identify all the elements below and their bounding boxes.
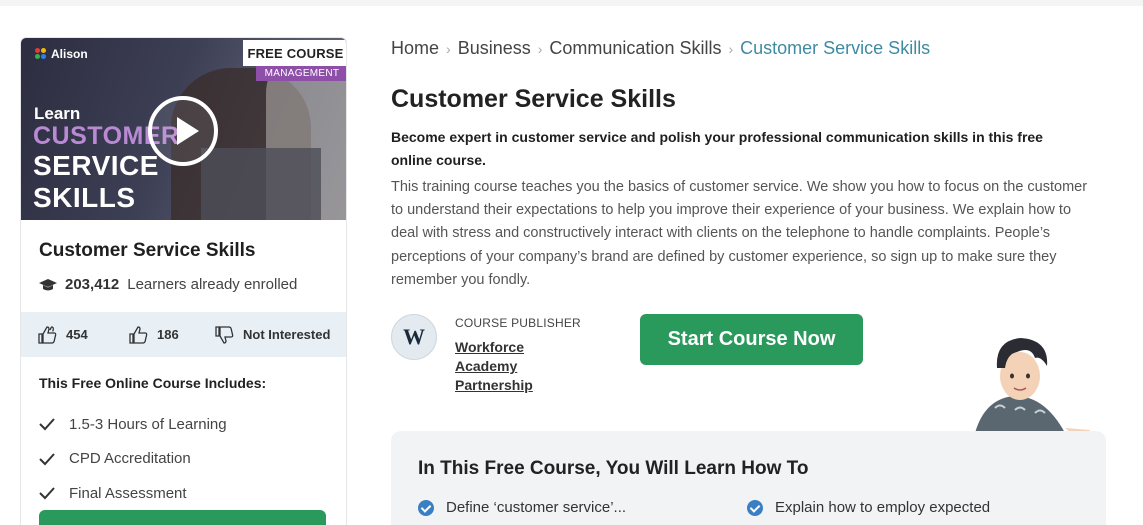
include-label: Final Assessment <box>69 484 187 502</box>
list-item: 1.5-3 Hours of Learning <box>39 407 227 442</box>
thumbnail-learn-text: Learn <box>34 104 81 123</box>
outcome-label: Define ‘customer service’... <box>446 499 627 516</box>
publisher-label: COURSE PUBLISHER <box>455 316 581 330</box>
includes-list: 1.5-3 Hours of Learning CPD Accreditatio… <box>39 407 227 511</box>
publisher-logo[interactable]: W <box>391 314 437 360</box>
thumbs-up-icon <box>129 325 148 344</box>
chevron-right-icon: › <box>537 40 543 57</box>
course-lead: Become expert in customer service and po… <box>391 129 1043 168</box>
course-publisher: W COURSE PUBLISHER Workforce Academy Par… <box>391 314 581 395</box>
thumbnail-title-line: SERVICE <box>33 150 159 181</box>
learners-enrolled: 203,412 Learners already enrolled <box>39 276 297 293</box>
list-item: Define ‘customer service’... <box>418 499 626 516</box>
chevron-right-icon: › <box>446 40 451 57</box>
thumbs-down-icon <box>215 325 234 344</box>
alison-logo-text: Alison <box>51 47 88 61</box>
list-item: CPD Accreditation <box>39 442 227 477</box>
breadcrumb-current: Customer Service Skills <box>740 38 931 58</box>
alison-logo: Alison <box>35 47 88 61</box>
learning-outcomes-title: In This Free Course, You Will Learn How … <box>418 458 809 479</box>
like-count: 454 <box>66 327 88 342</box>
page-title: Customer Service Skills <box>391 85 676 113</box>
thumbs-up-button[interactable]: 186 <box>128 325 214 345</box>
publisher-link[interactable]: Workforce Academy Partnership <box>455 338 565 395</box>
list-item: Final Assessment <box>39 476 227 511</box>
thumbnail-photo-desk <box>201 148 321 220</box>
breadcrumb: Home › Business › Communication Skills ›… <box>391 38 930 59</box>
breadcrumb-communication-skills[interactable]: Communication Skills <box>549 38 721 59</box>
learners-count: 203,412 <box>65 276 120 293</box>
free-course-tag: FREE COURSE <box>243 40 346 66</box>
learning-outcomes-panel: In This Free Course, You Will Learn How … <box>391 431 1106 525</box>
graduation-cap-icon <box>39 278 57 290</box>
include-label: CPD Accreditation <box>69 450 191 468</box>
check-icon <box>39 418 55 431</box>
thumbs-up-count: 186 <box>157 327 179 342</box>
card-start-button[interactable] <box>39 510 326 525</box>
check-circle-icon <box>747 499 763 516</box>
list-item: Explain how to employ expected <box>747 499 990 516</box>
includes-title: This Free Online Course Includes: <box>39 375 267 391</box>
outcome-label: Explain how to employ expected <box>775 499 991 516</box>
breadcrumb-business[interactable]: Business <box>458 38 531 59</box>
reaction-bar: 454 186 Not Interested <box>21 312 346 357</box>
play-icon[interactable] <box>148 96 218 166</box>
course-card: Alison FREE COURSE MANAGEMENT Learn CUST… <box>20 37 347 525</box>
not-interested-button[interactable]: Not Interested <box>214 325 330 345</box>
thumbnail-title-line: SKILLS <box>33 182 136 213</box>
chevron-right-icon: › <box>728 40 734 57</box>
double-thumbs-up-icon <box>38 325 57 344</box>
course-description: This training course teaches you the bas… <box>391 179 1088 288</box>
like-button[interactable]: 454 <box>37 325 128 345</box>
include-label: 1.5-3 Hours of Learning <box>69 415 227 433</box>
breadcrumb-home[interactable]: Home <box>391 38 439 59</box>
check-icon <box>39 487 55 500</box>
card-course-title: Customer Service Skills <box>39 240 256 261</box>
check-circle-icon <box>418 499 434 516</box>
not-interested-label: Not Interested <box>243 327 331 342</box>
category-tag: MANAGEMENT <box>256 66 346 81</box>
start-course-button[interactable]: Start Course Now <box>640 314 863 365</box>
course-video-thumbnail[interactable]: Alison FREE COURSE MANAGEMENT Learn CUST… <box>21 38 346 220</box>
learners-label: Learners already enrolled <box>127 276 298 293</box>
alison-logo-icon <box>35 48 47 60</box>
check-icon <box>39 453 55 466</box>
